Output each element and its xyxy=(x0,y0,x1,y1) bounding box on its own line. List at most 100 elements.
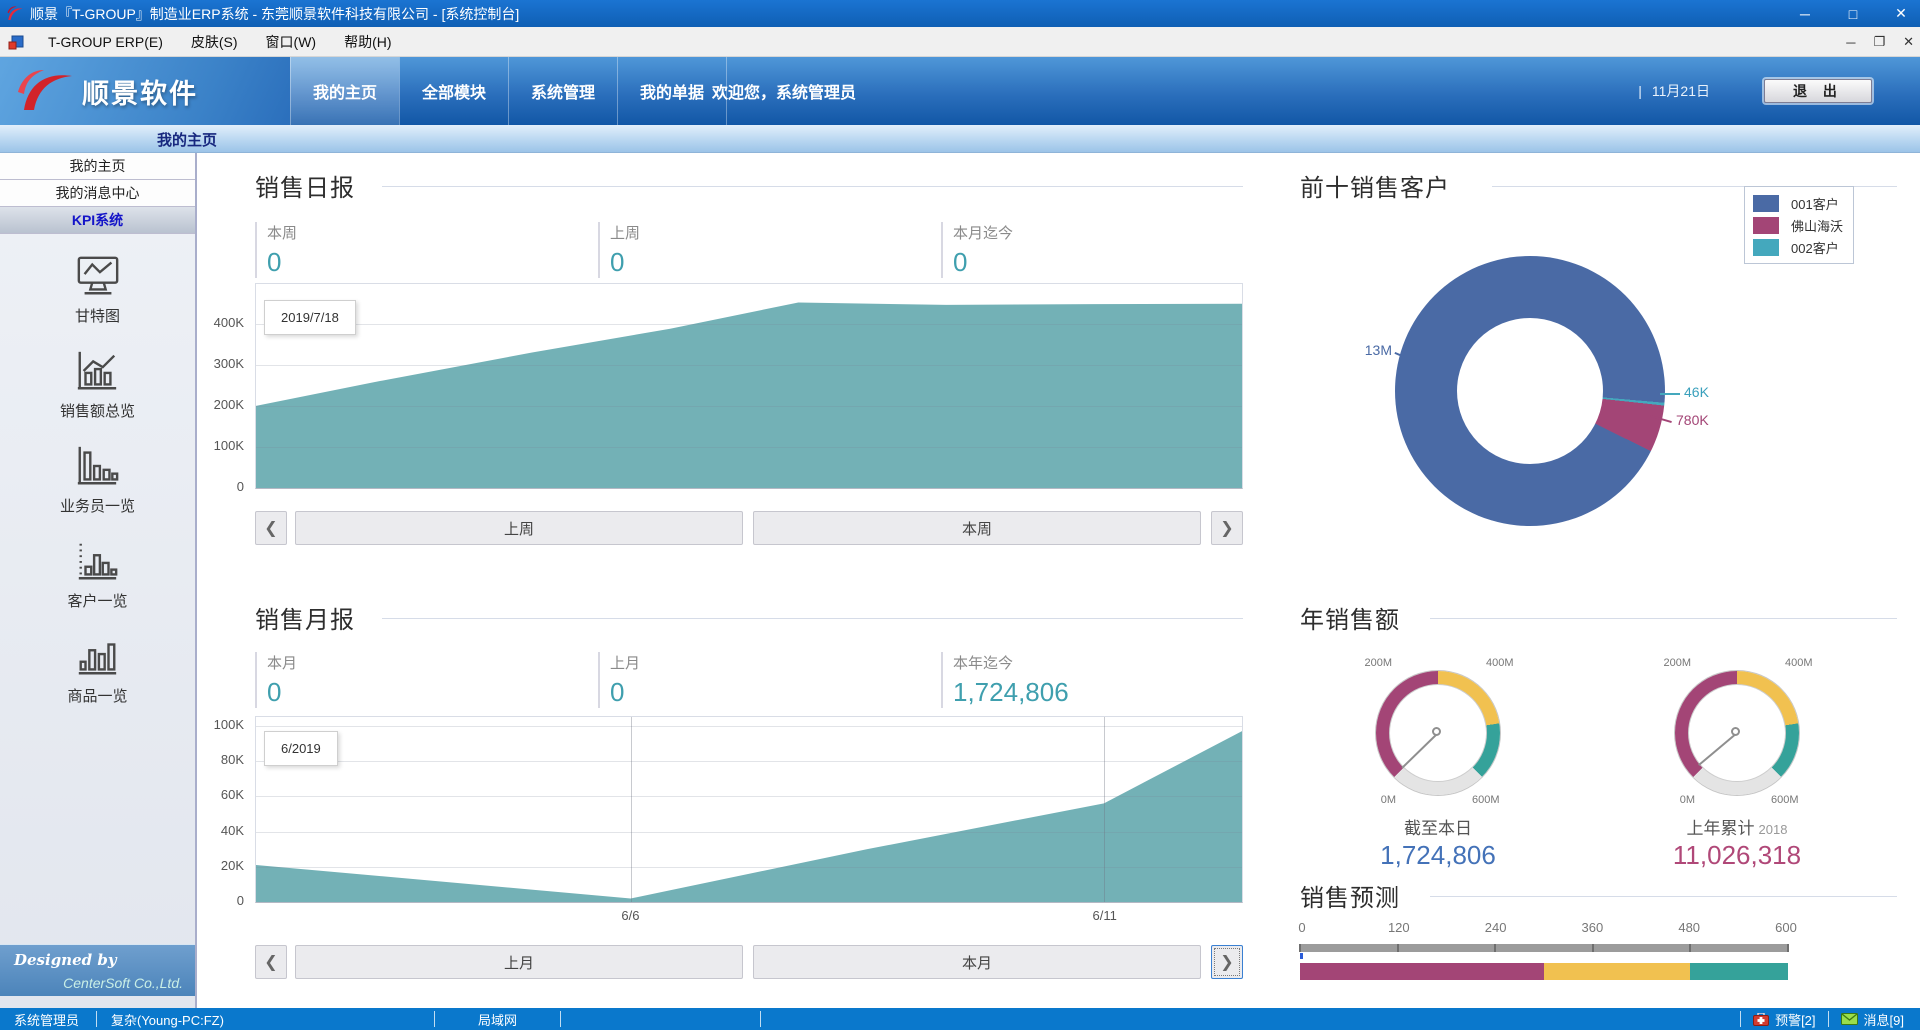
daily-last-week-button[interactable]: 上周 xyxy=(295,511,743,545)
daily-prev-button[interactable]: ❮ xyxy=(255,511,287,545)
sidebar-tool-customer-list[interactable]: 客户一览 xyxy=(67,538,127,611)
status-right: 预警[2] 消息[9] xyxy=(1740,1008,1916,1030)
y-tick-label: 200K xyxy=(214,397,244,412)
stat-value: 0 xyxy=(267,677,555,708)
forecast-ruler-tick xyxy=(1787,944,1789,952)
legend-item[interactable]: 佛山海沃 xyxy=(1753,214,1843,236)
tab-my-home[interactable]: 我的主页 xyxy=(290,57,399,125)
gridline xyxy=(256,324,1242,325)
daily-next-button[interactable]: ❯ xyxy=(1211,511,1243,545)
callout-line xyxy=(1660,393,1680,395)
menu-item-skin[interactable]: 皮肤(S) xyxy=(177,27,252,56)
gauge-tick-600m: 600M xyxy=(1771,794,1799,806)
y-tick-label: 60K xyxy=(221,787,244,802)
exit-button[interactable]: 退 出 xyxy=(1764,79,1872,103)
status-alerts[interactable]: 预警[2] xyxy=(1740,1011,1827,1027)
mdi-window-controls: ─ ❐ ✕ xyxy=(1846,27,1914,57)
menu-item-tgroup-erp[interactable]: T-GROUP ERP(E) xyxy=(34,27,177,56)
mdi-restore-icon[interactable]: ❐ xyxy=(1873,34,1885,50)
legend-item[interactable]: 001客户 xyxy=(1753,192,1843,214)
product-chart-icon xyxy=(74,633,120,679)
forecast-ruler-tick xyxy=(1689,944,1691,952)
mdi-close-icon[interactable]: ✕ xyxy=(1903,34,1914,50)
menu-bar: T-GROUP ERP(E) 皮肤(S) 窗口(W) 帮助(H) xyxy=(0,27,1920,57)
forecast-indicator xyxy=(1300,953,1303,959)
forecast-title: 销售预测 xyxy=(1300,878,1400,913)
legend-label: 002客户 xyxy=(1791,238,1839,257)
customers-donut-chart[interactable] xyxy=(1395,256,1665,526)
status-machine: 复杂(Young-PC:FZ) xyxy=(97,1011,435,1027)
daily-this-week-button[interactable]: 本周 xyxy=(753,511,1201,545)
tab-system-admin[interactable]: 系统管理 xyxy=(508,57,617,125)
area-series xyxy=(256,284,1242,488)
donut-callout-13m: 13M xyxy=(1348,342,1392,358)
alerts-label: 预警[2] xyxy=(1775,1010,1815,1029)
sidebar-item-my-home[interactable]: 我的主页 xyxy=(0,153,195,180)
status-user: 系统管理员 xyxy=(0,1011,97,1027)
stat-label: 本周 xyxy=(267,222,555,243)
maximize-icon[interactable]: □ xyxy=(1842,6,1864,22)
tool-label: 甘特图 xyxy=(75,305,120,326)
top-customers-title: 前十销售客户 xyxy=(1300,168,1450,203)
menu-item-help[interactable]: 帮助(H) xyxy=(330,27,405,56)
forecast-ruler-tick xyxy=(1494,944,1496,952)
minimize-icon[interactable]: ─ xyxy=(1794,6,1816,22)
gridline xyxy=(256,726,1242,727)
menu-item-window[interactable]: 窗口(W) xyxy=(252,27,331,56)
forecast-ruler-tick xyxy=(1397,944,1399,952)
monthly-last-month-button[interactable]: 上月 xyxy=(295,945,743,979)
sidebar-item-kpi-system[interactable]: KPI系统 xyxy=(0,207,195,234)
legend-item[interactable]: 002客户 xyxy=(1753,236,1843,258)
monthly-this-month-button[interactable]: 本月 xyxy=(753,945,1201,979)
sidebar-tool-salesman-list[interactable]: 业务员一览 xyxy=(60,443,135,516)
close-icon[interactable]: ✕ xyxy=(1890,5,1912,22)
y-tick-label: 0 xyxy=(237,893,244,908)
date-text: 11月21日 xyxy=(1652,81,1710,101)
donut-callout-780k: 780K xyxy=(1676,412,1709,428)
legend-swatch xyxy=(1753,239,1779,256)
y-tick-label: 100K xyxy=(214,438,244,453)
tab-my-documents[interactable]: 我的单据 xyxy=(617,57,727,125)
gridline xyxy=(256,447,1242,448)
stat-value: 0 xyxy=(267,247,555,278)
status-network: 局域网 xyxy=(435,1011,561,1027)
donut-hole xyxy=(1457,318,1603,464)
stat-label: 上月 xyxy=(610,652,898,673)
salesman-chart-icon xyxy=(74,443,120,489)
annual-sales-title: 年销售额 xyxy=(1300,600,1400,635)
legend-swatch xyxy=(1753,195,1779,212)
header-date: | 11月21日 xyxy=(1638,57,1710,125)
x-tick-label: 6/6 xyxy=(621,908,639,923)
y-tick-label: 300K xyxy=(214,356,244,371)
forecast-scale-number: 0 xyxy=(1298,920,1305,935)
forecast-ruler-tick xyxy=(1592,944,1594,952)
sidebar-tool-sales-overview[interactable]: 销售额总览 xyxy=(60,348,135,421)
legend-label: 001客户 xyxy=(1791,194,1839,213)
status-messages[interactable]: 消息[9] xyxy=(1828,1011,1916,1027)
monthly-area-chart[interactable]: 6/2019 xyxy=(255,716,1243,903)
customer-chart-icon xyxy=(74,538,120,584)
daily-area-chart[interactable]: 2019/7/18 xyxy=(255,283,1243,489)
mdi-minimize-icon[interactable]: ─ xyxy=(1846,35,1855,50)
tool-label: 商品一览 xyxy=(67,685,127,706)
sidebar-tool-product-list[interactable]: 商品一览 xyxy=(67,633,127,706)
daily-stat-last-week: 上周 0 xyxy=(598,222,898,278)
sidebar-tool-gantt[interactable]: 甘特图 xyxy=(75,253,121,326)
caption-text: 上年累计 xyxy=(1687,819,1755,838)
caption-year: 2018 xyxy=(1759,822,1788,837)
stat-label: 本月迄今 xyxy=(953,222,1241,243)
monthly-report-title: 销售月报 xyxy=(255,600,355,635)
sidebar-item-message-center[interactable]: 我的消息中心 xyxy=(0,180,195,207)
monthly-prev-button[interactable]: ❮ xyxy=(255,945,287,979)
stat-value: 1,724,806 xyxy=(953,677,1241,708)
tab-all-modules[interactable]: 全部模块 xyxy=(399,57,508,125)
monthly-next-button[interactable]: ❯ xyxy=(1211,945,1243,979)
legend-swatch xyxy=(1753,217,1779,234)
gauge-tick-0m: 0M xyxy=(1356,794,1396,806)
y-tick-label: 100K xyxy=(214,717,244,732)
divider xyxy=(1430,896,1897,897)
forecast-scale-number: 120 xyxy=(1388,920,1410,935)
gauge-tick-400m: 400M xyxy=(1785,657,1813,669)
y-tick-label: 40K xyxy=(221,823,244,838)
alert-first-aid-icon xyxy=(1753,1013,1769,1026)
